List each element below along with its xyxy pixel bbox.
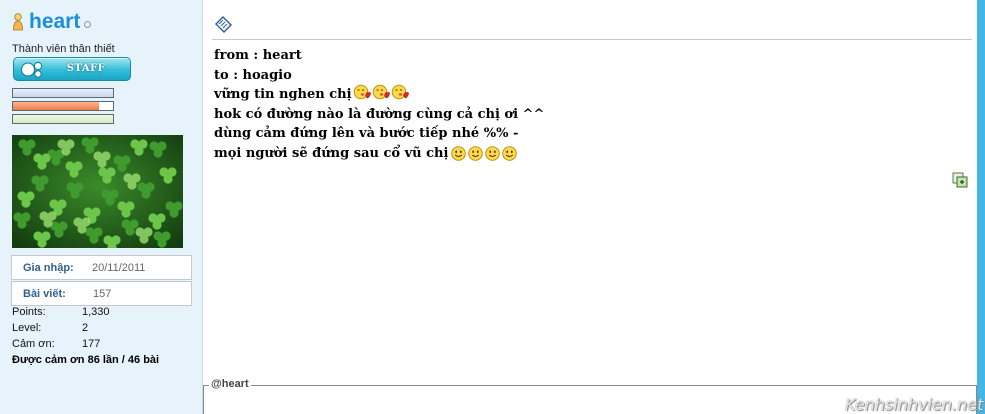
user-header: heart <box>12 10 92 34</box>
points-stat: Points: 1,330 <box>12 306 110 318</box>
clover-photo <box>12 135 183 248</box>
join-date-box: Gia nhập: 20/11/2011 <box>11 255 192 280</box>
experience-bar-fill <box>13 115 113 123</box>
smiley-emoticon-icon <box>468 145 484 161</box>
thanks-received-line: Được cảm ơn 86 lần / 46 bài <box>12 354 160 366</box>
level-stat: Level: 2 <box>12 322 88 334</box>
kiss-emoticon-icon <box>353 84 371 99</box>
post-count-value: 157 <box>93 288 112 300</box>
post-count-label: Bài viết: <box>23 288 66 300</box>
rank-title: Thành viên thân thiết <box>12 43 115 55</box>
user-profile-panel: heart Thành viên thân thiết STAFF Gia nh… <box>0 0 203 414</box>
post-line: dùng cảm đứng lên và bước tiếp nhé %% - <box>214 124 544 144</box>
quote-reply-icon[interactable] <box>952 172 968 188</box>
kiss-emoticon-icon <box>391 84 409 99</box>
post-line-text: to : hoagio <box>214 67 292 83</box>
thanks-given-stat: Cảm ơn: 177 <box>12 338 100 350</box>
smiley-emoticon-icon <box>451 145 467 161</box>
user-person-icon <box>13 13 23 31</box>
offline-status-icon <box>84 21 92 28</box>
kiss-emoticon-icon <box>372 84 390 99</box>
emoticon-group <box>448 144 518 164</box>
post-divider <box>212 39 972 40</box>
staff-rank-badge: STAFF <box>13 57 131 81</box>
post-line-text: mọi người sẽ đứng sau cổ vũ chị <box>214 145 449 161</box>
post-line-text: vững tin nghen chị <box>214 87 352 102</box>
post-line: vững tin nghen chị <box>214 84 544 107</box>
staff-dots-icon <box>21 61 43 78</box>
post-message: from : heart to : hoagio vững tin nghen … <box>214 46 544 163</box>
points-value: 1,330 <box>82 306 110 318</box>
thanks-given-value: 177 <box>82 338 101 350</box>
smiley-emoticon-icon <box>502 145 518 161</box>
reputation-bar <box>12 88 114 98</box>
points-label: Points: <box>12 306 46 318</box>
level-value: 2 <box>82 322 89 334</box>
join-date-value: 20/11/2011 <box>92 262 146 274</box>
signature-legend: @heart <box>209 378 251 390</box>
post-line-text: dùng cảm đứng lên và bước tiếp nhé %% - <box>214 126 519 141</box>
activity-bar <box>12 101 114 111</box>
post-content: from : heart to : hoagio vững tin nghen … <box>203 0 977 414</box>
level-label: Level: <box>12 322 42 334</box>
username-link[interactable]: heart <box>29 10 80 34</box>
staff-badge-label: STAFF <box>66 63 106 74</box>
post-line: hok có đường nào là đường cùng cả chị ơi… <box>214 105 544 125</box>
smiley-emoticon-icon <box>485 145 501 161</box>
reputation-bar-fill <box>13 89 113 97</box>
join-date-label: Gia nhập: <box>23 262 74 274</box>
post-count-box: Bài viết: 157 <box>11 281 192 306</box>
post-line: to : hoagio <box>214 66 544 86</box>
right-edge-rail <box>977 0 985 414</box>
activity-bar-fill <box>13 102 99 110</box>
thanks-given-label: Cảm ơn: <box>12 338 55 350</box>
watermark: Kenhsinhvien.net <box>845 395 984 414</box>
emoticon-group <box>352 84 409 107</box>
post-line: from : heart <box>214 46 544 66</box>
post-line-text: from : heart <box>214 48 302 63</box>
post-line: mọi người sẽ đứng sau cổ vũ chị <box>214 144 544 164</box>
experience-bar <box>12 114 114 124</box>
post-line-text: hok có đường nào là đường cùng cả chị ơi… <box>214 106 545 122</box>
post-document-icon <box>215 16 232 33</box>
